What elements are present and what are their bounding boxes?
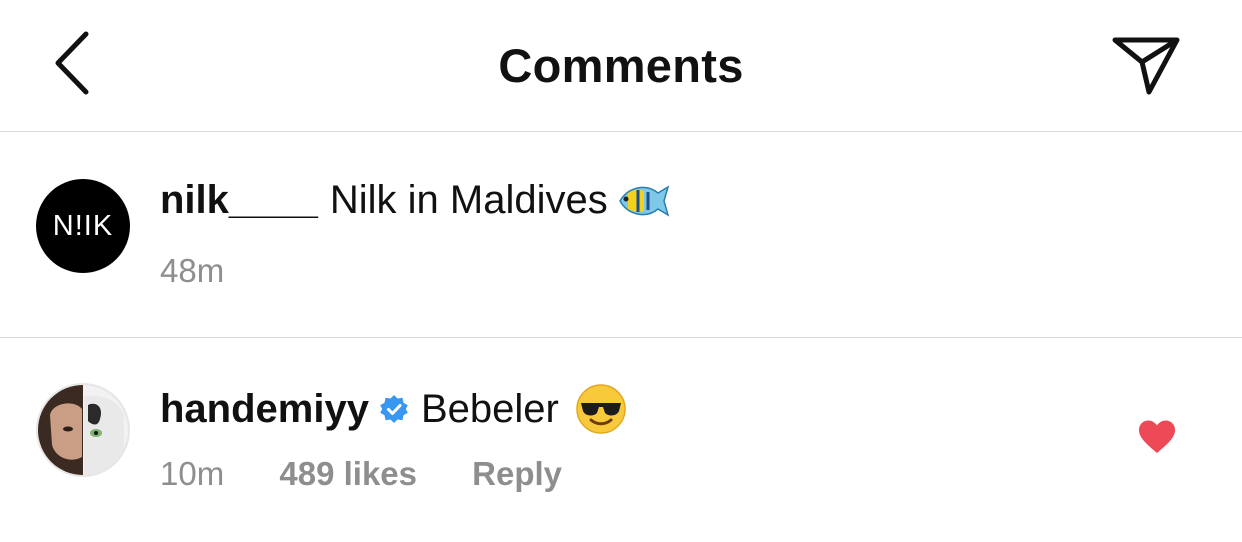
sunglasses-emoji <box>575 383 627 435</box>
caption-line: nilk____ Nilk in Maldives <box>160 178 670 223</box>
comment-username[interactable]: handemiyy <box>160 387 369 432</box>
comment-meta: 10m 489 likes Reply <box>160 455 608 493</box>
likes-count[interactable]: 489 likes <box>279 455 417 492</box>
avatar-logo-text: N!IK <box>52 209 114 242</box>
reply-button[interactable]: Reply <box>472 455 562 492</box>
heart-icon <box>1139 420 1175 453</box>
comment-text: Bebeler <box>420 386 559 431</box>
page-title: Comments <box>498 39 744 92</box>
caption-timestamp: 48m <box>160 252 225 289</box>
caption-meta: 48m <box>160 252 270 290</box>
avatar-image <box>38 385 128 475</box>
verified-badge-icon <box>379 394 409 424</box>
caption-text: Nilk in Maldives <box>329 178 608 222</box>
comment-timestamp: 10m <box>160 455 225 492</box>
avatar[interactable]: N!IK <box>36 179 130 273</box>
header: Comments <box>0 0 1242 132</box>
paper-plane-icon <box>1112 37 1180 95</box>
comment-row: handemiyy Bebeler 10m 489 likes Reply <box>0 339 1242 542</box>
caption-username[interactable]: nilk____ <box>160 178 318 223</box>
share-button[interactable] <box>1106 30 1186 100</box>
like-button[interactable] <box>1137 419 1177 457</box>
avatar[interactable] <box>36 383 130 477</box>
caption-row: N!IK nilk____ Nilk in Maldives 48m <box>0 133 1242 338</box>
comment-line: handemiyy Bebeler <box>160 383 627 435</box>
tropical-fish-emoji <box>614 179 670 223</box>
